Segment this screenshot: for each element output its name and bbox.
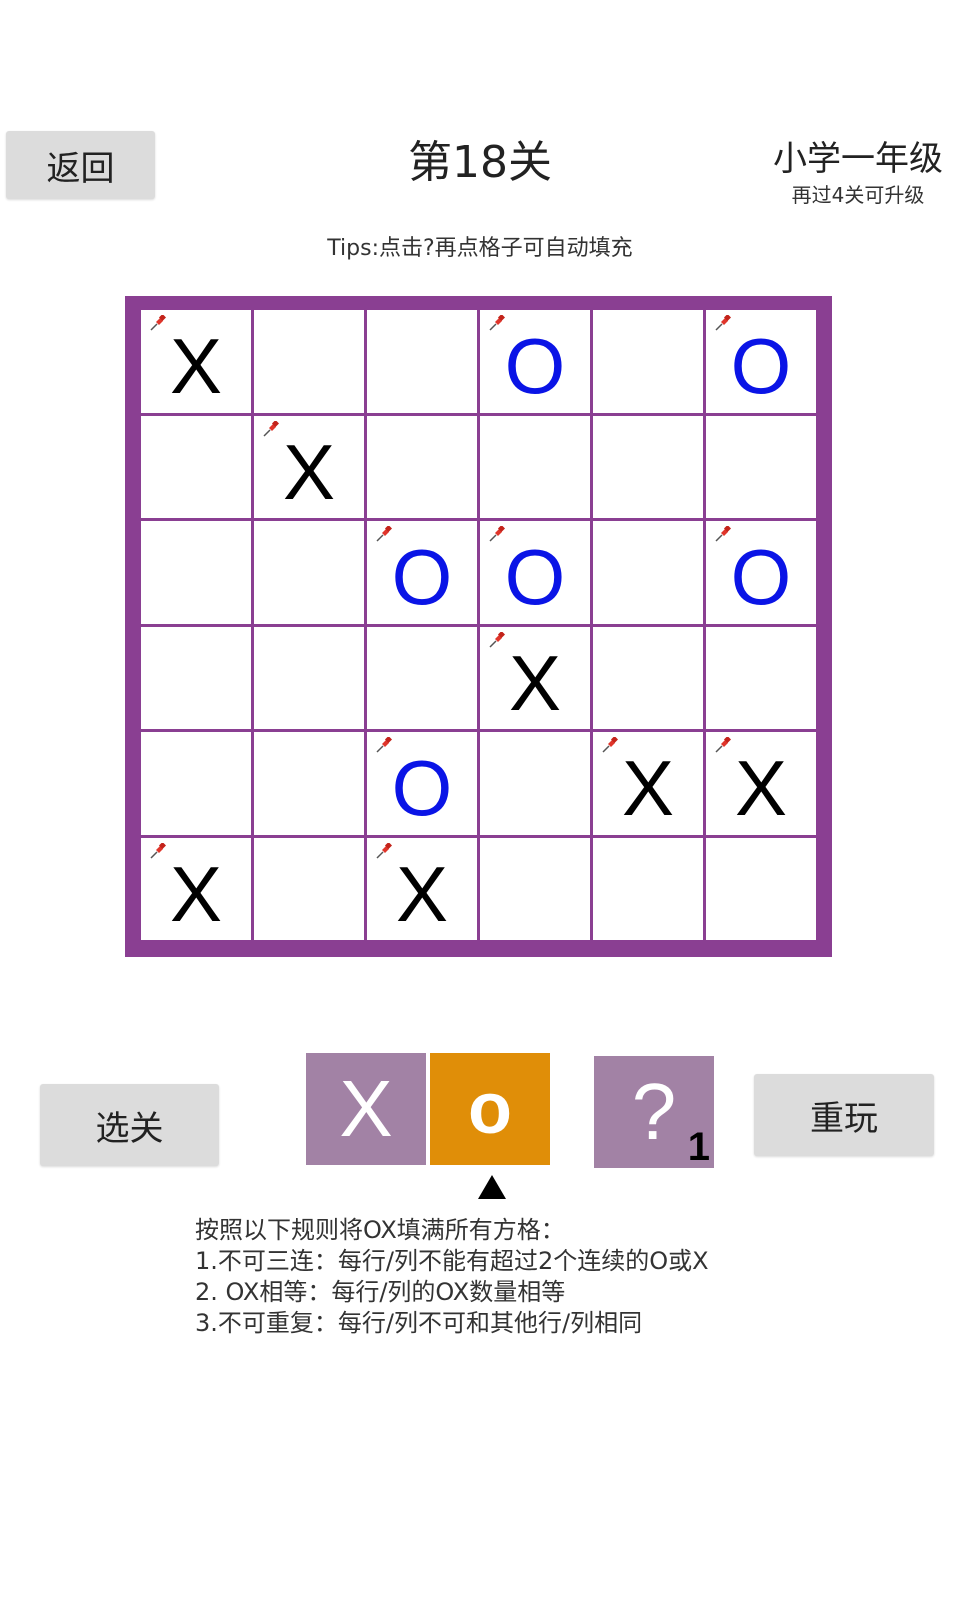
board-cell[interactable] xyxy=(367,415,477,518)
board-cell[interactable] xyxy=(480,837,590,940)
board-cell[interactable] xyxy=(706,415,816,518)
pin-icon xyxy=(376,737,392,753)
board-cell[interactable]: X xyxy=(141,837,251,940)
board-cell[interactable]: X xyxy=(706,732,816,835)
cell-mark: X xyxy=(169,849,223,938)
pin-icon xyxy=(489,526,505,542)
cell-mark: X xyxy=(508,638,562,727)
board-cell[interactable] xyxy=(706,837,816,940)
game-board: XOOXOOOXOXXXX xyxy=(125,296,832,957)
board-cell[interactable]: O xyxy=(706,521,816,624)
cell-mark: O xyxy=(504,533,566,622)
hint-label: ? xyxy=(631,1067,677,1156)
board-cell[interactable] xyxy=(593,415,703,518)
cell-mark: X xyxy=(621,744,675,833)
cell-mark: O xyxy=(730,322,792,411)
pin-icon xyxy=(489,631,505,648)
board-cell[interactable] xyxy=(480,415,590,518)
grade-progress-text: 再过4关可升级 xyxy=(791,183,925,207)
hint-count-badge: 1 xyxy=(687,1125,710,1169)
board-cell[interactable] xyxy=(480,732,590,835)
pin-icon xyxy=(376,842,392,859)
pin-icon xyxy=(602,737,618,753)
pin-icon xyxy=(489,315,505,331)
cell-mark: O xyxy=(504,322,566,411)
board-cell[interactable]: X xyxy=(367,837,477,940)
tool-o-button[interactable]: o xyxy=(430,1053,550,1165)
board-cell[interactable] xyxy=(141,732,251,835)
board-cell[interactable] xyxy=(141,626,251,729)
board-cell[interactable]: O xyxy=(480,521,590,624)
hint-button[interactable]: ? 1 xyxy=(594,1056,714,1169)
rule-item: 3.不可重复：每行/列不可和其他行/列相同 xyxy=(195,1309,643,1337)
board-cell[interactable] xyxy=(254,837,364,940)
tips-text: Tips:点击?再点格子可自动填充 xyxy=(327,236,633,261)
level-title: 第18关 xyxy=(408,137,552,188)
board-cell[interactable] xyxy=(367,626,477,729)
select-level-button[interactable]: 选关 xyxy=(40,1084,219,1166)
pin-icon xyxy=(150,842,166,859)
board-cell[interactable] xyxy=(367,310,477,413)
board-cell[interactable]: X xyxy=(141,310,251,413)
tool-x-button[interactable]: X xyxy=(306,1053,426,1165)
board-cell[interactable]: X xyxy=(593,732,703,835)
back-button[interactable]: 返回 xyxy=(6,131,155,199)
pin-icon xyxy=(150,315,166,331)
board-cell[interactable]: O xyxy=(367,732,477,835)
board-cell[interactable] xyxy=(254,732,364,835)
cell-mark: O xyxy=(391,533,453,622)
board-cell[interactable] xyxy=(593,837,703,940)
pin-icon xyxy=(715,315,731,331)
board-cell[interactable] xyxy=(593,521,703,624)
pin-icon xyxy=(263,420,279,437)
pin-icon xyxy=(376,526,392,542)
cell-mark: O xyxy=(730,533,792,622)
board-cell[interactable] xyxy=(141,415,251,518)
rules-heading: 按照以下规则将OX填满所有方格： xyxy=(195,1216,565,1244)
board-cell[interactable]: O xyxy=(480,310,590,413)
cell-mark: O xyxy=(391,744,453,833)
board-cell[interactable] xyxy=(254,521,364,624)
board-cell[interactable] xyxy=(593,310,703,413)
selected-tool-indicator-icon xyxy=(478,1175,506,1199)
cell-mark: X xyxy=(169,322,223,411)
replay-button[interactable]: 重玩 xyxy=(754,1074,934,1156)
cell-mark: X xyxy=(282,427,336,516)
board-cell[interactable]: O xyxy=(367,521,477,624)
grade-label: 小学一年级 xyxy=(773,139,943,179)
board-cell[interactable]: O xyxy=(706,310,816,413)
pin-icon xyxy=(715,737,731,753)
board-grid: XOOXOOOXOXXXX xyxy=(141,310,816,940)
cell-mark: X xyxy=(734,744,788,833)
board-cell[interactable] xyxy=(593,626,703,729)
rules-text: 按照以下规则将OX填满所有方格： 1.不可三连：每行/列不能有超过2个连续的O或… xyxy=(195,1215,915,1339)
board-cell[interactable] xyxy=(254,310,364,413)
pin-icon xyxy=(715,526,731,542)
board-cell[interactable]: X xyxy=(254,415,364,518)
board-cell[interactable] xyxy=(141,521,251,624)
board-cell[interactable] xyxy=(706,626,816,729)
rule-item: 2. OX相等：每行/列的OX数量相等 xyxy=(195,1278,566,1306)
board-cell[interactable] xyxy=(254,626,364,729)
rule-item: 1.不可三连：每行/列不能有超过2个连续的O或X xyxy=(195,1247,709,1275)
cell-mark: X xyxy=(395,849,449,938)
board-cell[interactable]: X xyxy=(480,626,590,729)
